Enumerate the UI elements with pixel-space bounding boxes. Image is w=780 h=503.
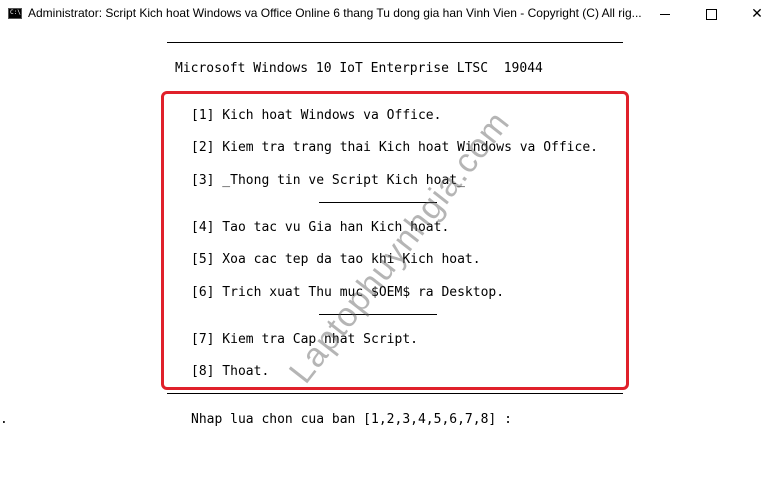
os-version-line: Microsoft Windows 10 IoT Enterprise LTSC… xyxy=(175,61,543,76)
minimize-button[interactable] xyxy=(642,0,688,28)
minimize-icon xyxy=(660,13,670,15)
title-bar: Administrator: Script Kich hoat Windows … xyxy=(0,0,780,28)
console-app-icon xyxy=(8,8,22,19)
stray-dot: . xyxy=(0,412,8,427)
maximize-button[interactable] xyxy=(688,0,734,28)
close-button[interactable]: ✕ xyxy=(734,0,780,28)
top-divider xyxy=(167,42,623,43)
maximize-icon xyxy=(705,8,717,20)
bottom-divider xyxy=(167,393,623,394)
window-title: Administrator: Script Kich hoat Windows … xyxy=(28,6,642,20)
close-icon: ✕ xyxy=(751,6,763,22)
input-prompt: Nhap lua chon cua ban [1,2,3,4,5,6,7,8] … xyxy=(191,412,512,427)
